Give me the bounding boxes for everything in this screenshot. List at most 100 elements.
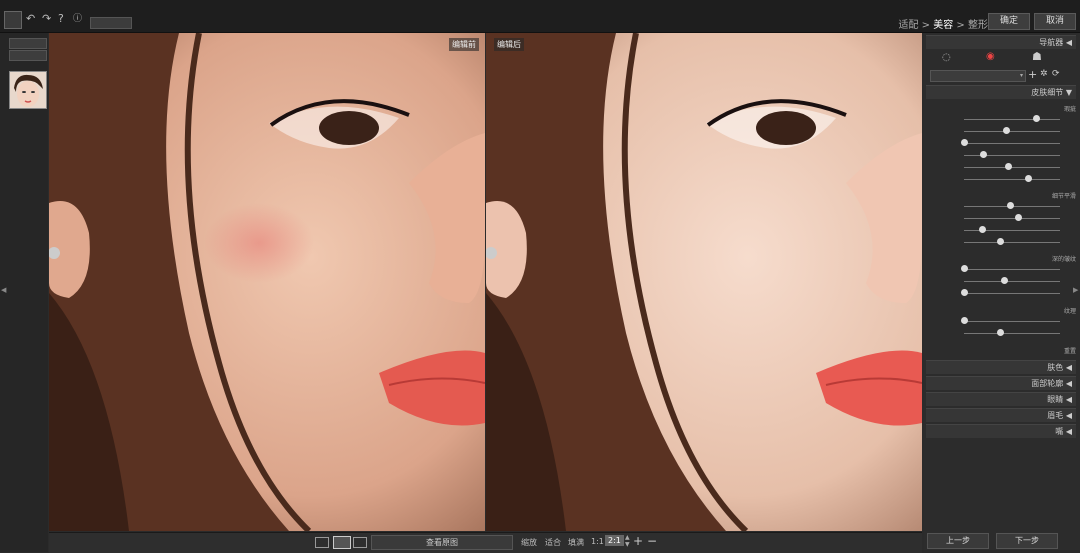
left-collapse-arrow-icon[interactable]: ◀: [1, 286, 6, 294]
zoom-fill-button[interactable]: 填满: [568, 537, 584, 548]
slider-track: [964, 242, 1060, 243]
section-mouth[interactable]: 嘴 ◀: [926, 424, 1076, 438]
slider-track: [964, 131, 1060, 132]
slider-5: [924, 162, 1078, 172]
section-eyes[interactable]: 眼睛 ◀: [926, 392, 1076, 406]
gear-icon[interactable]: ✲: [1040, 69, 1048, 79]
slider-track: [964, 119, 1060, 120]
view-original-button[interactable]: 查看原图: [371, 535, 513, 550]
section-label: 嘴: [1055, 427, 1064, 436]
section-label: 面部轮廓: [1031, 379, 1064, 388]
mask-icon[interactable]: ☗: [1032, 50, 1042, 63]
add-preset-icon[interactable]: +: [1028, 68, 1037, 81]
section-label: 眼睛: [1047, 395, 1064, 404]
redo-icon[interactable]: ↷: [42, 13, 51, 25]
app-logo: [4, 11, 22, 29]
after-image-view[interactable]: 编辑后: [486, 33, 922, 531]
breadcrumb-step-reshape[interactable]: 整形: [968, 20, 988, 31]
zoom-fit-button[interactable]: 适合: [545, 537, 561, 548]
photo-thumbnail[interactable]: [9, 71, 47, 109]
slider-knob[interactable]: [1025, 175, 1032, 182]
slider-knob[interactable]: [961, 139, 968, 146]
undo-icon[interactable]: ↶: [26, 13, 35, 25]
info-icon[interactable]: ⓘ: [73, 13, 82, 25]
group-texture-label: 纹理: [1063, 308, 1076, 315]
slider-knob[interactable]: [979, 226, 986, 233]
zoom-2-1-button[interactable]: 2:1: [605, 535, 624, 546]
zoom-1-1-button[interactable]: 1:1: [591, 537, 604, 546]
skin-detail-label: 皮肤细节: [1031, 88, 1064, 97]
left-panel: [0, 33, 48, 552]
breadcrumb-step-adapt[interactable]: 适配: [899, 20, 919, 31]
slider-knob[interactable]: [1015, 214, 1022, 221]
left-panel-button-2[interactable]: [9, 50, 47, 61]
breadcrumb-sep: >: [953, 20, 968, 31]
slider-knob[interactable]: [961, 317, 968, 324]
slider-track: [964, 179, 1060, 180]
reset-button[interactable]: 重置: [1064, 346, 1076, 355]
group-detail-smooth-label: 细节平滑: [1051, 193, 1076, 200]
right-collapse-arrow-icon[interactable]: ▶: [1073, 286, 1078, 294]
slider-10: [924, 237, 1078, 247]
right-panel: 导航器 ◀ ◌ ◉ ☗ ▾ + ✲ ⟳ 皮肤细节 ▼ 瑕疵 细节平滑 深的皱纹 …: [924, 33, 1080, 552]
zoom-out-icon[interactable]: −: [647, 534, 657, 548]
preset-select[interactable]: ▾: [930, 70, 1026, 82]
next-step-button[interactable]: 下一步: [996, 533, 1058, 549]
before-image-view[interactable]: 编辑前: [49, 33, 485, 531]
bottom-toolbar: 查看原图 缩放 适合 填满 1:1 2:1 ▲ ▼ + −: [49, 532, 922, 553]
slider-knob[interactable]: [997, 238, 1004, 245]
group-defects-label: 瑕疵: [1063, 106, 1076, 113]
section-label: 肤色: [1047, 363, 1064, 372]
toolbar-small-button[interactable]: [90, 17, 132, 29]
left-panel-button-1[interactable]: [9, 38, 47, 49]
section-face-contour[interactable]: 面部轮廓 ◀: [926, 376, 1076, 390]
zoom-in-icon[interactable]: +: [633, 534, 643, 548]
slider-9: [924, 225, 1078, 235]
single-view-icon[interactable]: [315, 537, 329, 548]
top-toolbar: ↶ ↷ ? ⓘ 适配 > 美容 > 整形 确定 取消: [0, 0, 1080, 33]
breadcrumb: 适配 > 美容 > 整形: [899, 16, 989, 31]
group-deep-wrinkles-label: 深的皱纹: [1051, 256, 1076, 263]
slider-knob[interactable]: [961, 289, 968, 296]
slider-knob[interactable]: [1001, 277, 1008, 284]
before-photo: [49, 33, 485, 531]
section-label: 眉毛: [1047, 411, 1064, 420]
slider-8: [924, 213, 1078, 223]
zoom-label: 缩放: [521, 538, 537, 547]
breadcrumb-step-beauty[interactable]: 美容: [933, 20, 953, 31]
slider-track: [964, 281, 1060, 282]
slider-track: [964, 269, 1060, 270]
zoom-stepper-icon[interactable]: ▲ ▼: [625, 534, 630, 548]
navigator-header[interactable]: 导航器 ◀: [926, 35, 1076, 49]
section-skin-tone[interactable]: 肤色 ◀: [926, 360, 1076, 374]
slider-2: [924, 126, 1078, 136]
slider-knob[interactable]: [1005, 163, 1012, 170]
slider-track: [964, 333, 1060, 334]
eye-icon[interactable]: ◉: [986, 51, 995, 62]
slider-6: [924, 174, 1078, 184]
slider-knob[interactable]: [1007, 202, 1014, 209]
slider-3: [924, 138, 1078, 148]
breadcrumb-sep: >: [918, 20, 934, 31]
slider-knob[interactable]: [997, 329, 1004, 336]
face-contour-icon[interactable]: ◌: [942, 52, 951, 63]
slider-knob[interactable]: [1033, 115, 1040, 122]
stacked-view-icon[interactable]: [353, 537, 367, 548]
skin-detail-header[interactable]: 皮肤细节 ▼: [926, 85, 1076, 99]
prev-step-button[interactable]: 上一步: [927, 533, 989, 549]
slider-15: [924, 328, 1078, 338]
section-eyebrows[interactable]: 眉毛 ◀: [926, 408, 1076, 422]
slider-knob[interactable]: [980, 151, 987, 158]
confirm-button[interactable]: 确定: [988, 13, 1030, 30]
slider-11: [924, 264, 1078, 274]
slider-track: [964, 321, 1060, 322]
help-icon[interactable]: ?: [58, 13, 64, 25]
slider-knob[interactable]: [1003, 127, 1010, 134]
refresh-icon[interactable]: ⟳: [1052, 69, 1060, 79]
slider-knob[interactable]: [961, 265, 968, 272]
slider-1: [924, 114, 1078, 124]
slider-14: [924, 316, 1078, 326]
slider-12: [924, 276, 1078, 286]
split-view-icon[interactable]: [333, 536, 351, 549]
cancel-button[interactable]: 取消: [1034, 13, 1076, 30]
